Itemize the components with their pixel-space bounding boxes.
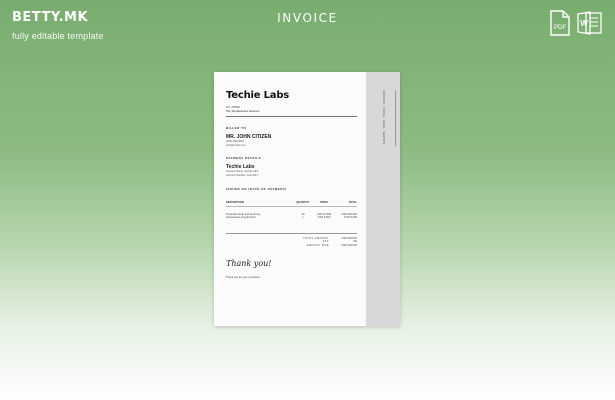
thank-you-signature: Thank you! bbox=[226, 259, 272, 269]
payment-line2: Account Number: 123-456-7 bbox=[226, 173, 259, 177]
table-row: Accessories programmed 1 USD 8.000 USD 8… bbox=[226, 216, 357, 219]
word-label: W bbox=[580, 19, 588, 28]
pdf-file-icon[interactable]: PDF bbox=[549, 10, 571, 36]
invoice-side-bar: ADDRESS · PHONE · EMAIL · WEBSITE bbox=[366, 72, 400, 326]
amount-due-label: AMOUNT DUE bbox=[306, 243, 329, 247]
brand-subtitle: fully editable template bbox=[12, 31, 104, 41]
invoice-totals: TOTAL AMOUNT USD 2000.00 TAX 0% AMOUNT D… bbox=[226, 232, 357, 248]
invoice-body: Techie Labs NO. 255896 The Top Business … bbox=[226, 90, 357, 279]
table-header: DESCRIPTION QUANTITY PRICE TOTAL bbox=[226, 201, 357, 207]
invoice-side-line bbox=[395, 90, 396, 146]
file-format-icons: PDF W bbox=[549, 10, 603, 36]
thank-you-note: Thank you for your purchase! bbox=[226, 276, 260, 280]
divider bbox=[226, 116, 357, 118]
billed-to-title: BILLED TO bbox=[226, 126, 247, 131]
invoice-preview: ADDRESS · PHONE · EMAIL · WEBSITE Techie… bbox=[214, 72, 400, 326]
column-header: DESCRIPTION bbox=[226, 200, 244, 204]
billed-to-line2: john@email.com bbox=[226, 143, 246, 147]
pdf-label: PDF bbox=[554, 25, 566, 31]
issued-on-title: ISSUED ON [DATE OF PAYMENT] bbox=[226, 186, 287, 191]
invoice-table: DESCRIPTION QUANTITY PRICE TOTAL Technic… bbox=[226, 201, 357, 219]
table-cell: Accessories programmed bbox=[226, 215, 256, 219]
invoice-tagline: The Top Business Services bbox=[226, 109, 260, 113]
table-rows: Technical setup and servicing 40 USD 12.… bbox=[226, 213, 357, 219]
invoice-side-text: ADDRESS · PHONE · EMAIL · WEBSITE bbox=[382, 90, 385, 145]
payment-title: PAYMENT DETAILS bbox=[226, 156, 262, 161]
column-header: TOTAL bbox=[348, 200, 357, 204]
column-header: QUANTITY bbox=[296, 200, 310, 204]
table-cell: 1 bbox=[302, 215, 304, 219]
word-file-icon[interactable]: W bbox=[577, 10, 603, 36]
table-cell: USD 8.000 bbox=[344, 215, 357, 219]
table-cell: USD 8.000 bbox=[317, 215, 331, 219]
column-header: PRICE bbox=[320, 200, 328, 204]
page-heading: INVOICE bbox=[277, 11, 338, 25]
invoice-company: Techie Labs bbox=[226, 90, 290, 101]
amount-due-row: AMOUNT DUE USD 2000.00 bbox=[226, 244, 357, 248]
amount-due-value: USD 2000.00 bbox=[341, 243, 357, 247]
